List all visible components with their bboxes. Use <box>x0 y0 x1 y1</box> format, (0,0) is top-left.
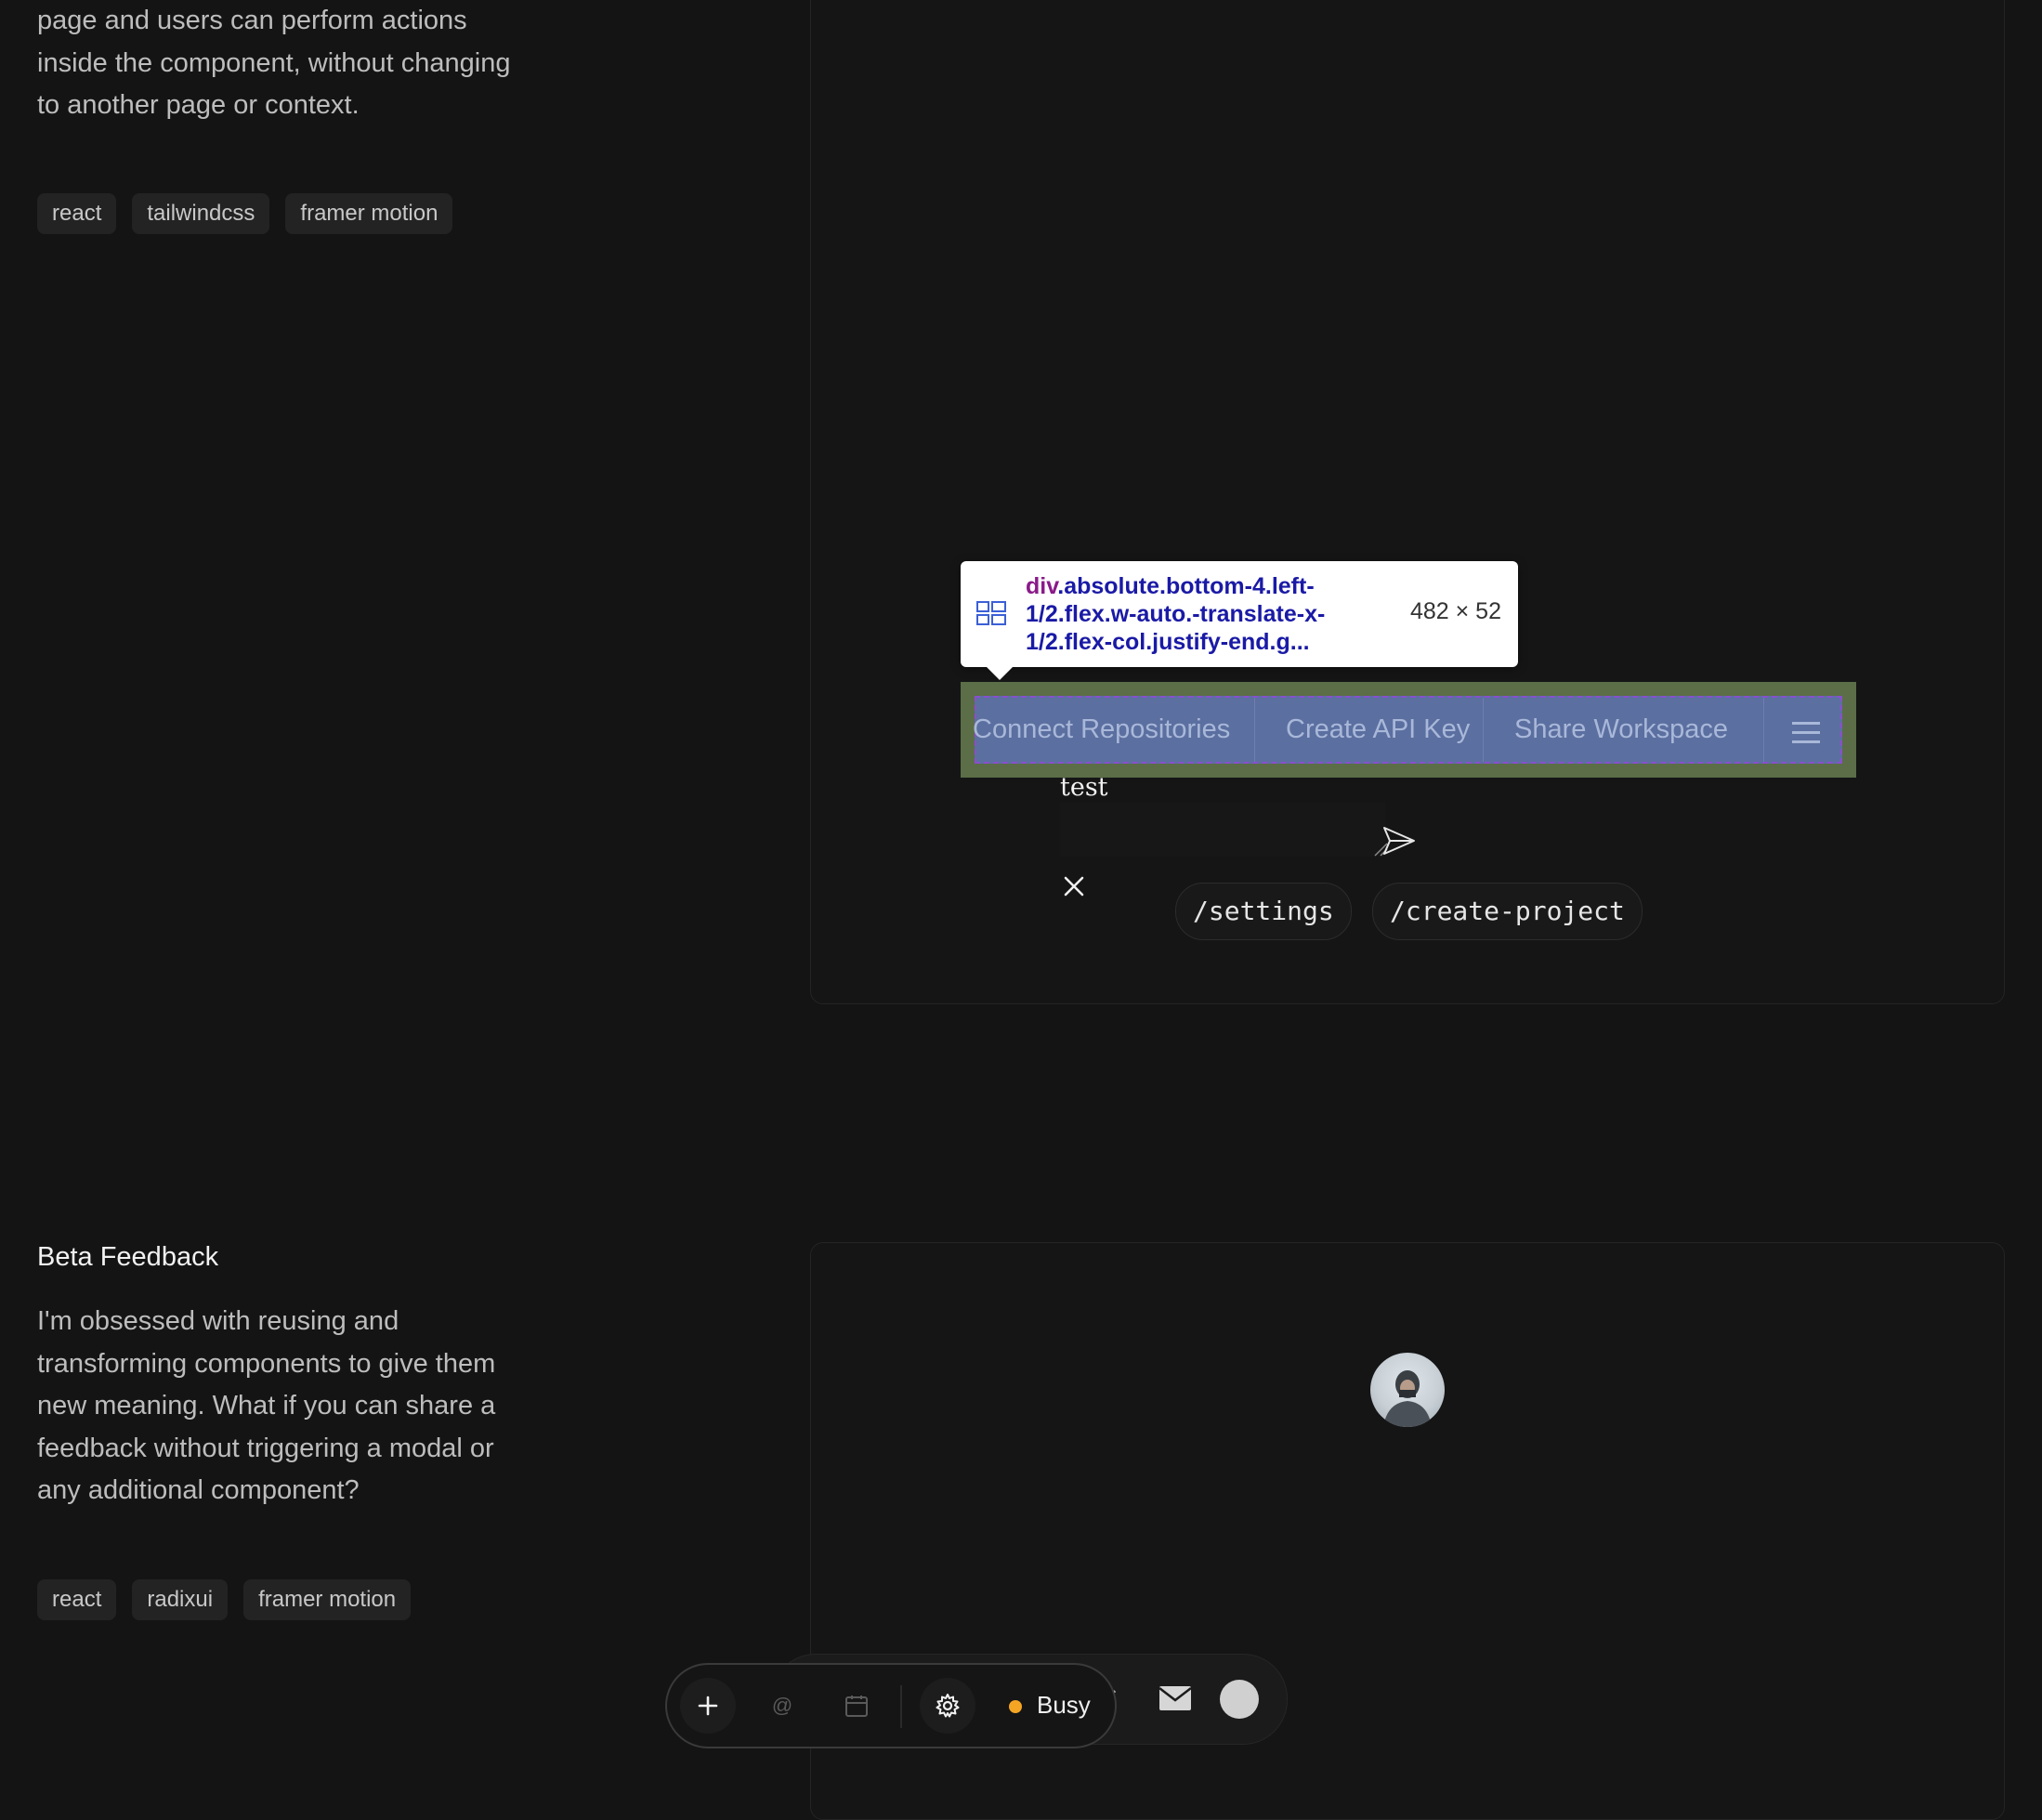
calendar-icon <box>845 1696 868 1717</box>
nav-bar: Connect Repositories Create API Key Shar… <box>973 696 1842 764</box>
dock-divider <box>900 1685 902 1728</box>
plus-icon <box>698 1696 718 1716</box>
tag: tailwindcss <box>132 193 270 234</box>
section-description: page and users can perform actions insid… <box>37 6 511 120</box>
nav-divider <box>1254 698 1255 762</box>
feedback-input[interactable] <box>1060 803 1385 857</box>
mention-button[interactable]: @ <box>754 1678 810 1734</box>
tag: radixui <box>132 1579 229 1620</box>
nav-item-connect-repositories[interactable]: Connect Repositories <box>973 698 1230 762</box>
calendar-button[interactable] <box>829 1678 884 1734</box>
hamburger-icon[interactable] <box>1792 722 1820 744</box>
nav-item-create-api-key[interactable]: Create API Key <box>1286 698 1470 762</box>
nav-divider <box>1483 698 1484 762</box>
mail-icon[interactable] <box>1158 1685 1192 1711</box>
section-description: I'm obsessed with reusing and transformi… <box>37 1306 496 1505</box>
inspector-tooltip: div.absolute.bottom-4.left-1/2.flex.w-au… <box>961 561 1518 680</box>
settings-button[interactable] <box>920 1678 975 1734</box>
tag-list: react tailwindcss framer motion <box>37 193 453 234</box>
status-dot <box>1009 1700 1022 1713</box>
command-chip-create-project[interactable]: /create-project <box>1372 883 1643 940</box>
nav-item-share-workspace[interactable]: Share Workspace <box>1514 698 1728 762</box>
inspector-highlight: Connect Repositories Create API Key Shar… <box>961 682 1856 778</box>
send-icon[interactable] <box>1382 826 1416 856</box>
tag: react <box>37 1579 117 1620</box>
avatar[interactable] <box>1370 1353 1445 1427</box>
close-icon[interactable] <box>1063 875 1085 897</box>
inspector-classes: .absolute.bottom-4.left-1/2.flex.w-auto.… <box>1026 573 1326 655</box>
inspector-selector: div.absolute.bottom-4.left-1/2.flex.w-au… <box>1026 572 1397 656</box>
dock: @ Busy <box>665 1663 1117 1748</box>
add-button[interactable] <box>680 1678 736 1734</box>
inspector-size: 482 × 52 <box>1409 598 1501 624</box>
flex-layout-icon <box>976 601 1006 625</box>
tag-list: react radixui framer motion <box>37 1579 412 1620</box>
at-icon: @ <box>771 1694 793 1717</box>
status-label[interactable]: Busy <box>1037 1691 1091 1720</box>
command-chip-settings[interactable]: /settings <box>1175 883 1352 940</box>
tag: react <box>37 193 117 234</box>
tag: framer motion <box>285 193 453 234</box>
avatar-circle[interactable] <box>1220 1680 1259 1719</box>
person-icon <box>1383 1370 1432 1427</box>
nav-divider <box>1763 698 1764 762</box>
gear-icon <box>936 1694 960 1718</box>
inspector-tag: div <box>1026 573 1058 599</box>
tag: framer motion <box>243 1579 412 1620</box>
section-title: Beta Feedback <box>37 1242 219 1272</box>
